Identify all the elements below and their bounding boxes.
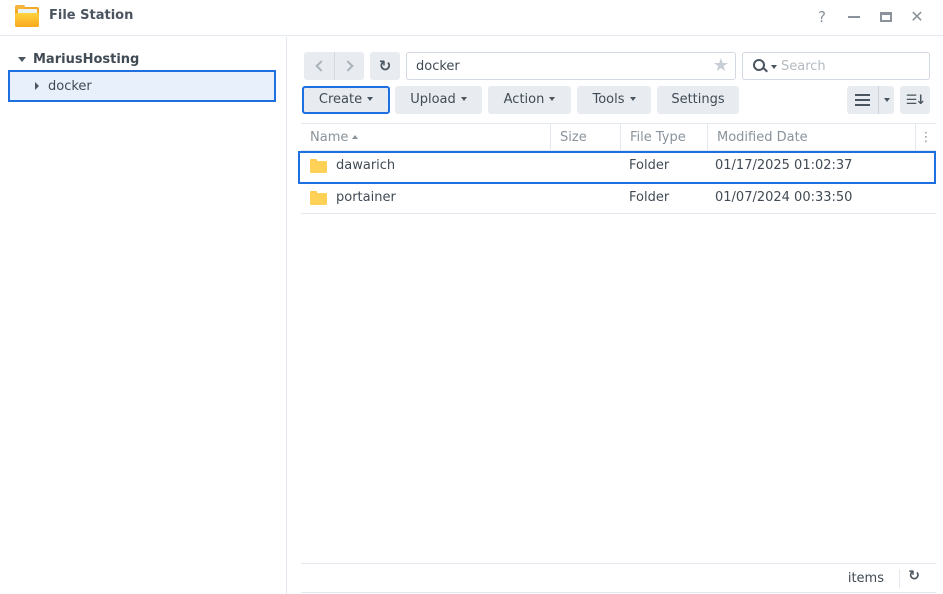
column-header-modified-date[interactable]: Modified Date [708,124,916,151]
search-box [742,52,930,80]
tools-button[interactable]: Tools [577,86,651,114]
file-type: Folder [629,158,670,173]
upload-button[interactable]: Upload [395,86,482,114]
search-input[interactable] [781,57,921,75]
forward-button[interactable] [334,52,364,80]
modified-date: 01/07/2024 00:33:50 [715,190,853,205]
table-row[interactable]: portainer Folder 01/07/2024 00:33:50 [301,183,936,214]
help-button[interactable]: ? [811,6,833,28]
tree-root-mariushosting[interactable]: MariusHosting [18,50,139,68]
back-button[interactable] [304,52,334,80]
create-label: Create [318,92,363,107]
folder-icon [310,159,327,173]
column-header-name[interactable]: Name [301,124,551,151]
divider [899,569,900,588]
search-icon[interactable] [753,59,768,73]
star-icon[interactable]: ★ [713,55,729,76]
create-button[interactable]: Create [302,86,390,114]
column-header-size[interactable]: Size [551,124,621,151]
maximize-icon [880,12,892,22]
modified-date: 01/17/2025 01:02:37 [715,158,853,173]
path-text: docker [416,59,460,74]
tree-root-label: MariusHosting [33,51,140,67]
refresh-icon[interactable]: ↻ [908,568,920,584]
table-row[interactable]: dawarich Folder 01/17/2025 01:02:37 [298,151,936,184]
file-name: dawarich [336,158,396,173]
minimize-icon [848,16,860,18]
tools-label: Tools [592,92,625,107]
tree-item-docker[interactable]: docker [8,70,276,102]
sort-ascending-icon [352,134,359,139]
close-icon: ✕ [910,7,924,26]
maximize-button[interactable] [875,6,897,28]
dropdown-caret-icon [460,96,467,101]
status-bar: items ↻ [301,563,936,593]
settings-button[interactable]: Settings [657,86,739,114]
sidebar-tree: MariusHosting docker [0,37,287,594]
column-options-icon[interactable]: ⋮ [916,124,936,151]
help-icon: ? [818,8,826,26]
action-button[interactable]: Action [488,86,571,114]
tree-item-label: docker [48,78,92,94]
table-header: Name Size File Type Modified Date ⋮ [301,123,936,151]
view-mode-group [847,86,894,114]
folder-icon [310,191,327,205]
chevron-left-icon [314,60,327,72]
sort-button[interactable]: ☰↓ [900,86,930,114]
list-view-button[interactable] [847,86,879,114]
chevron-right-icon [342,60,354,72]
list-icon-line [855,94,870,96]
search-options-caret-icon[interactable] [771,65,777,69]
refresh-button[interactable]: ↻ [370,52,400,80]
items-count-label: items [847,571,884,586]
minimize-button[interactable] [843,6,865,28]
dropdown-caret-icon [367,96,374,101]
navigation-group [304,52,364,80]
dropdown-caret-icon [629,96,636,101]
action-label: Action [503,92,545,107]
sort-icon: ☰↓ [905,92,926,108]
refresh-icon: ↻ [378,56,392,75]
caret-down-icon[interactable] [18,56,26,62]
view-mode-dropdown[interactable] [879,86,894,114]
caret-down-icon [883,98,890,102]
title-bar: File Station ? ✕ [0,0,943,36]
close-button[interactable]: ✕ [906,6,928,28]
column-header-file-type[interactable]: File Type [621,124,708,151]
upload-label: Upload [410,92,456,107]
file-type: Folder [629,190,670,205]
caret-right-icon[interactable] [35,82,39,90]
window-title: File Station [49,8,134,23]
file-station-folder-icon [15,5,39,27]
path-bar[interactable]: docker ★ [406,52,736,80]
dropdown-caret-icon [549,96,556,101]
settings-label: Settings [671,92,725,107]
file-name: portainer [336,190,396,205]
